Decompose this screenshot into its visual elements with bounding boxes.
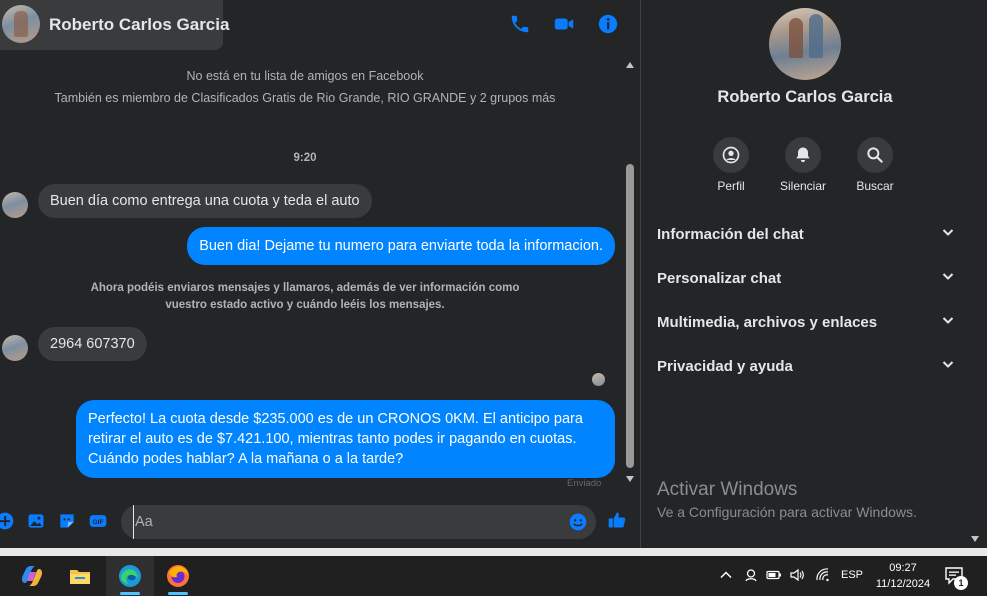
message-input[interactable] [133,505,553,539]
group-membership-notice: También es miembro de Clasificados Grati… [54,91,556,105]
chevron-down-icon [941,357,955,375]
sent-status: Enviado [567,478,602,489]
video-icon[interactable] [552,12,576,36]
chat-pane: Roberto Carlos Garcia No está en tu list… [0,0,640,548]
meet-icon[interactable] [742,566,760,584]
chevron-up-icon[interactable] [717,566,735,584]
chat-scrollbar[interactable] [624,60,636,488]
scroll-down-arrow[interactable] [971,536,979,542]
section-privacy-help[interactable]: Privacidad y ayuda [657,351,955,381]
wifi-icon[interactable] [814,566,832,584]
mute-label: Silenciar [779,179,827,193]
volume-icon[interactable] [788,566,806,584]
plus-icon[interactable] [0,510,16,532]
chevron-down-icon [941,269,955,287]
profile-label: Perfil [717,179,745,193]
phone-icon[interactable] [508,12,532,36]
window-bottom-border [0,548,987,556]
outgoing-message[interactable]: Perfecto! La cuota desde $235.000 es de … [76,400,615,478]
file-explorer-icon[interactable] [56,556,104,596]
mute-button[interactable]: Silenciar [775,137,831,193]
bell-icon [785,137,821,173]
section-label: Información del chat [657,225,804,243]
profile-icon [713,137,749,173]
edge-icon[interactable] [106,556,154,596]
info-icon[interactable] [596,12,620,36]
notification-badge: 1 [954,576,968,590]
section-label: Privacidad y ayuda [657,357,793,375]
sticker-icon[interactable] [56,510,78,532]
message-list[interactable]: No está en tu lista de amigos en Faceboo… [0,56,624,496]
section-chat-info[interactable]: Información del chat [657,219,955,249]
message-box[interactable] [121,505,596,539]
sender-avatar[interactable] [2,192,28,218]
taskbar: ESP 09:27 11/12/2024 1 [0,556,987,596]
message-timestamp: 9:20 [293,152,317,164]
contact-avatar[interactable] [2,5,40,43]
clock-time: 09:27 [889,562,917,574]
gif-label: GIF [92,519,103,526]
image-icon[interactable] [25,510,47,532]
incoming-message[interactable]: 2964 607370 [38,327,147,361]
gif-icon[interactable]: GIF [87,510,109,532]
composer: GIF [0,496,640,548]
section-label: Multimedia, archivos y enlaces [657,313,878,331]
scroll-thumb[interactable] [626,164,634,468]
section-media-files-links[interactable]: Multimedia, archivos y enlaces [657,307,955,337]
profile-name: Roberto Carlos Garcia [717,88,893,106]
like-icon[interactable] [606,509,628,531]
contact-header-button[interactable]: Roberto Carlos Garcia [0,0,229,50]
battery-icon[interactable] [765,566,783,584]
friend-status-notice: No está en tu lista de amigos en Faceboo… [186,69,424,83]
section-customize-chat[interactable]: Personalizar chat [657,263,955,293]
copilot-icon[interactable] [8,556,56,596]
activate-windows-title: Activar Windows [657,479,798,500]
scroll-down-arrow[interactable] [626,476,634,482]
profile-button[interactable]: Perfil [703,137,759,193]
search-button[interactable]: Buscar [847,137,903,193]
emoji-icon[interactable] [567,511,589,533]
outgoing-message[interactable]: Buen dia! Dejame tu numero para enviarte… [187,227,615,265]
contact-name: Roberto Carlos Garcia [49,15,230,34]
sender-avatar[interactable] [2,335,28,361]
search-label: Buscar [856,179,894,193]
language-indicator[interactable]: ESP [841,569,863,581]
chat-info-panel: Roberto Carlos Garcia Perfil Silenciar B… [641,0,987,548]
firefox-icon[interactable] [154,556,202,596]
seen-indicator-avatar [592,373,605,386]
profile-avatar[interactable] [769,8,841,80]
incoming-message[interactable]: Buen día como entrega una cuota y teda e… [38,184,372,218]
chevron-down-icon [941,313,955,331]
activate-windows-subtitle: Ve a Configuración para activar Windows. [657,504,917,520]
chevron-down-icon [941,225,955,243]
scroll-up-arrow[interactable] [626,62,634,68]
chat-header: Roberto Carlos Garcia [0,0,640,56]
search-icon [857,137,893,173]
section-label: Personalizar chat [657,269,782,287]
clock[interactable]: 09:27 11/12/2024 [873,560,933,592]
clock-date: 11/12/2024 [875,578,931,590]
connection-notice-line2: vuestro estado activo y cuándo leéis los… [165,299,445,311]
connection-notice-line1: Ahora podéis enviaros mensajes y llamaro… [90,282,520,294]
